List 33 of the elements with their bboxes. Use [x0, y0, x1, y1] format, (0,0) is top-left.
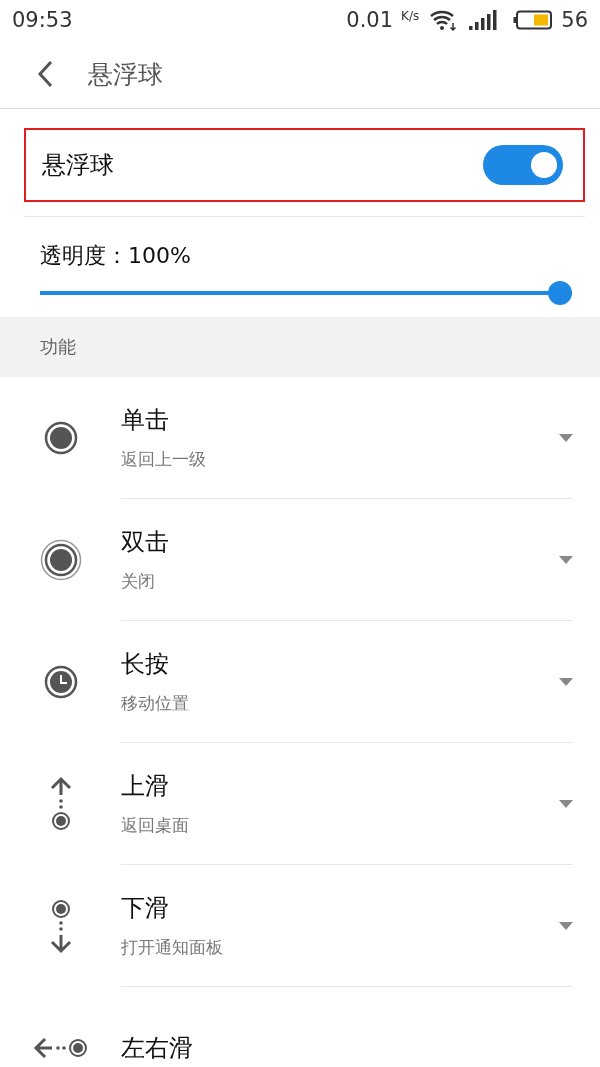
status-time: 09:53 [12, 8, 73, 32]
gesture-title: 长按 [121, 649, 170, 680]
back-icon[interactable] [36, 60, 54, 88]
gesture-action: 返回桌面 [121, 814, 190, 837]
tap-icon [43, 421, 78, 455]
double-tap-icon [39, 539, 82, 581]
clock-icon [43, 665, 78, 699]
gesture-action: 关闭 [121, 570, 156, 593]
gesture-title: 单击 [121, 405, 170, 436]
gesture-title: 下滑 [121, 893, 170, 924]
gesture-title: 左右滑 [121, 1032, 194, 1064]
dropdown-caret-icon[interactable] [559, 799, 573, 808]
gesture-action: 移动位置 [121, 692, 190, 715]
swipe-sideways-icon [32, 1035, 89, 1061]
toggle-label: 悬浮球 [42, 150, 114, 181]
wifi-icon [429, 9, 458, 31]
gesture-action: 返回上一级 [121, 448, 207, 471]
signal-icon [469, 10, 500, 30]
battery-icon [513, 10, 554, 30]
gesture-action: 打开通知面板 [121, 936, 224, 959]
dropdown-caret-icon[interactable] [559, 921, 573, 930]
speed-unit: K/s [401, 9, 420, 23]
opacity-label: 透明度：100% [40, 242, 192, 270]
gesture-title: 上滑 [121, 771, 170, 802]
page-title: 悬浮球 [88, 58, 163, 91]
toggle-switch[interactable] [483, 145, 563, 185]
dropdown-caret-icon[interactable] [559, 555, 573, 564]
section-title: 功能 [40, 335, 76, 359]
dropdown-caret-icon[interactable] [559, 433, 573, 442]
battery-percent: 56 [561, 8, 588, 32]
network-speed: 0.01 [346, 8, 394, 32]
gesture-title: 双击 [121, 527, 170, 558]
dropdown-caret-icon[interactable] [559, 677, 573, 686]
